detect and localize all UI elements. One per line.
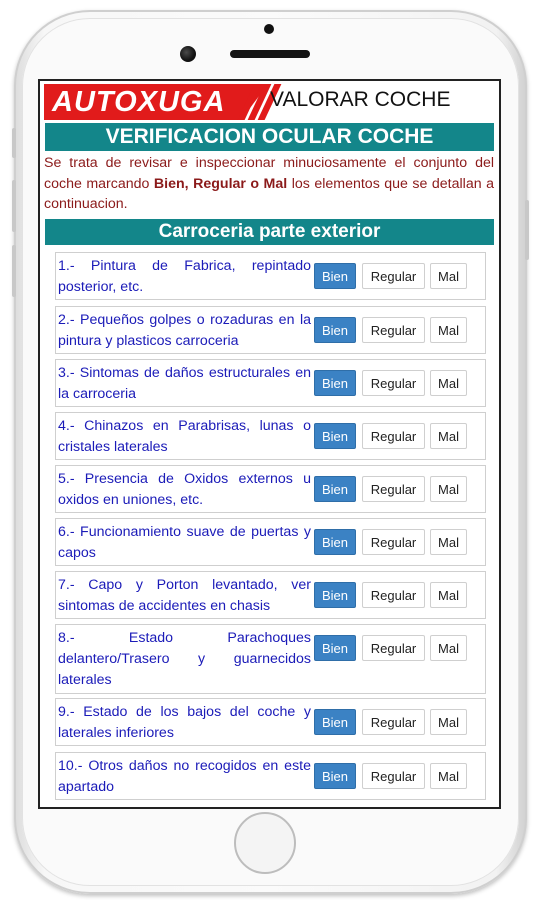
item-label: 5.- Presencia de Oxidos externos u oxido… [58, 471, 311, 508]
mal-button[interactable]: Mal [430, 370, 467, 396]
bien-button[interactable]: Bien [314, 476, 356, 502]
app-screen: AUTOXUGA VALORAR COCHE VERIFICACION OCUL… [38, 79, 501, 809]
item-label: 3.- Sintomas de daños estructurales en l… [58, 365, 311, 402]
mal-button[interactable]: Mal [430, 582, 467, 608]
bien-button[interactable]: Bien [314, 263, 356, 289]
intro-bold: Bien, Regular o Mal [153, 175, 288, 192]
volume-up-button [12, 180, 16, 232]
mal-button[interactable]: Mal [430, 529, 467, 555]
item-label: 4.- Chinazos en Parabrisas, lunas o cris… [58, 418, 311, 455]
bien-button[interactable]: Bien [314, 763, 356, 789]
intro-text: Se trata de revisar e inspeccionar minuc… [44, 153, 494, 215]
regular-button[interactable]: Regular [362, 476, 425, 502]
checklist-item-9: 9.- Estado de los bajos del coche y late… [55, 698, 486, 746]
mute-switch [12, 128, 16, 158]
regular-button[interactable]: Regular [362, 370, 425, 396]
checklist-item-6: 6.- Funcionamiento suave de puertas y ca… [55, 518, 486, 566]
subsection-title: Carroceria parte exterior [45, 219, 494, 245]
item-label: 8.- Estado Parachoques delantero/Trasero… [58, 630, 311, 688]
regular-button[interactable]: Regular [362, 423, 425, 449]
mal-button[interactable]: Mal [430, 709, 467, 735]
mal-button[interactable]: Mal [430, 763, 467, 789]
mal-button[interactable]: Mal [430, 635, 467, 661]
app-title: VALORAR COCHE [270, 88, 451, 111]
bien-button[interactable]: Bien [314, 635, 356, 661]
item-label: 2.- Pequeños golpes o rozaduras en la pi… [58, 312, 311, 349]
mal-button[interactable]: Mal [430, 423, 467, 449]
app-header: AUTOXUGA VALORAR COCHE [40, 81, 499, 121]
checklist-item-3: 3.- Sintomas de daños estructurales en l… [55, 359, 486, 407]
regular-button[interactable]: Regular [362, 763, 425, 789]
checklist-item-7: 7.- Capo y Porton levantado, ver sintoma… [55, 571, 486, 619]
home-button[interactable] [234, 812, 296, 874]
section-title: VERIFICACION OCULAR COCHE [45, 123, 494, 151]
mal-button[interactable]: Mal [430, 476, 467, 502]
mal-button[interactable]: Mal [430, 263, 467, 289]
item-label: 1.- Pintura de Fabrica, repintado poster… [58, 258, 311, 295]
volume-down-button [12, 245, 16, 297]
autoxuga-logo: AUTOXUGA [44, 84, 268, 120]
bien-button[interactable]: Bien [314, 370, 356, 396]
checklist-item-1: 1.- Pintura de Fabrica, repintado poster… [55, 252, 486, 300]
regular-button[interactable]: Regular [362, 635, 425, 661]
item-label: 10.- Otros daños no recogidos en este ap… [58, 758, 311, 795]
regular-button[interactable]: Regular [362, 263, 425, 289]
regular-button[interactable]: Regular [362, 709, 425, 735]
regular-button[interactable]: Regular [362, 529, 425, 555]
power-button [525, 200, 529, 260]
item-label: 7.- Capo y Porton levantado, ver sintoma… [58, 577, 311, 614]
item-label: 9.- Estado de los bajos del coche y late… [58, 704, 311, 741]
checklist-item-8: 8.- Estado Parachoques delantero/Trasero… [55, 624, 486, 694]
bien-button[interactable]: Bien [314, 582, 356, 608]
regular-button[interactable]: Regular [362, 582, 425, 608]
front-camera [180, 46, 196, 62]
checklist-item-4: 4.- Chinazos en Parabrisas, lunas o cris… [55, 412, 486, 460]
bien-button[interactable]: Bien [314, 709, 356, 735]
bien-button[interactable]: Bien [314, 423, 356, 449]
earpiece-speaker [230, 50, 310, 58]
item-label: 6.- Funcionamiento suave de puertas y ca… [58, 524, 311, 561]
checklist-item-5: 5.- Presencia de Oxidos externos u oxido… [55, 465, 486, 513]
checklist-item-2: 2.- Pequeños golpes o rozaduras en la pi… [55, 306, 486, 354]
logo-text: AUTOXUGA [52, 86, 226, 118]
regular-button[interactable]: Regular [362, 317, 425, 343]
mal-button[interactable]: Mal [430, 317, 467, 343]
bien-button[interactable]: Bien [314, 529, 356, 555]
bien-button[interactable]: Bien [314, 317, 356, 343]
proximity-sensor [264, 24, 274, 34]
checklist-item-10: 10.- Otros daños no recogidos en este ap… [55, 752, 486, 800]
